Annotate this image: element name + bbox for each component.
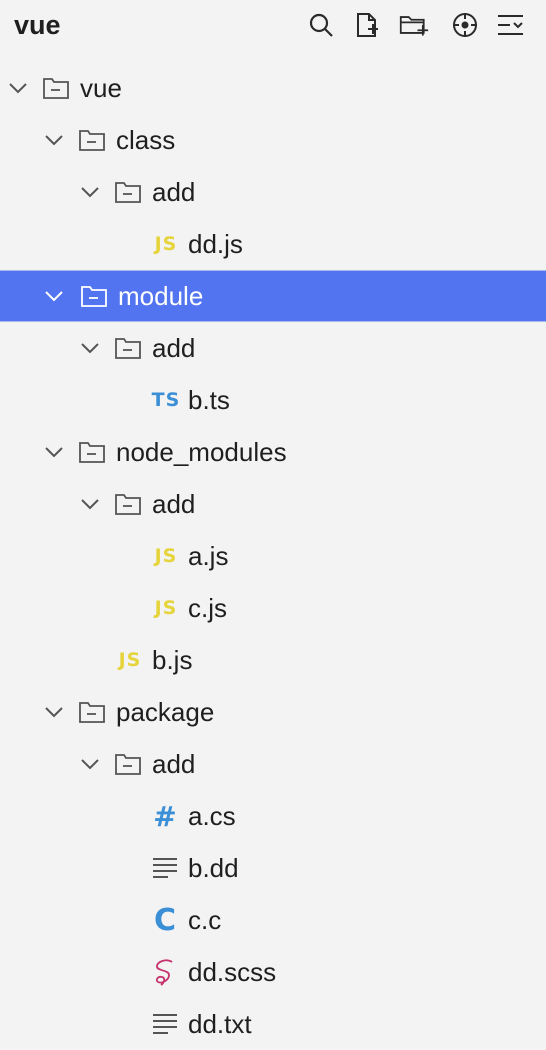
explorer-header: vue (0, 0, 546, 52)
new-file-icon[interactable] (352, 10, 382, 40)
tree-file-c-c[interactable]: C c.c (0, 894, 546, 946)
tree-file-a-cs[interactable]: # a.cs (0, 790, 546, 842)
tree-item-label: a.js (188, 541, 229, 571)
tree-item-label: add (152, 749, 196, 779)
chevron-down-icon[interactable] (80, 182, 100, 202)
tree-item-label: b.js (152, 645, 193, 675)
tree-folder-add[interactable]: add (0, 322, 546, 374)
tree-folder-add[interactable]: add (0, 478, 546, 530)
chevron-down-icon[interactable] (80, 338, 100, 358)
javascript-file-icon: JS (154, 597, 178, 619)
folder-icon (78, 698, 106, 726)
tree-item-label: add (152, 489, 196, 519)
tree-item-label: add (152, 333, 196, 363)
tree-file-b-js[interactable]: JS b.js (0, 634, 546, 686)
tree-file-b-dd[interactable]: b.dd (0, 842, 546, 894)
tree-folder-package[interactable]: package (0, 686, 546, 738)
folder-icon (114, 178, 142, 206)
chevron-down-icon[interactable] (44, 130, 64, 150)
explorer-title: vue (14, 10, 61, 40)
tree-item-label: dd.txt (188, 1009, 252, 1039)
csharp-file-icon: # (153, 799, 177, 833)
folder-icon (42, 74, 70, 102)
tree-item-label: c.c (188, 905, 222, 935)
text-lines-icon (151, 854, 179, 882)
chevron-down-icon[interactable] (80, 754, 100, 774)
chevron-down-icon[interactable] (44, 442, 64, 462)
tree-item-label: module (118, 281, 204, 311)
folder-icon (78, 438, 106, 466)
tree-folder-add[interactable]: add (0, 166, 546, 218)
folder-icon (78, 126, 106, 154)
javascript-file-icon: JS (118, 649, 142, 671)
javascript-file-icon: JS (154, 545, 178, 567)
tree-folder-add[interactable]: add (0, 738, 546, 790)
tree-file-a-js[interactable]: JS a.js (0, 530, 546, 582)
tree-item-label: node_modules (116, 437, 287, 467)
tree-file-c-js[interactable]: JS c.js (0, 582, 546, 634)
new-folder-icon[interactable] (399, 10, 429, 40)
tree-item-label: dd.js (188, 229, 243, 259)
tree-folder-module[interactable]: module (0, 270, 546, 322)
search-icon[interactable] (306, 10, 336, 40)
tree-file-dd-js[interactable]: JS dd.js (0, 218, 546, 270)
tree-folder-class[interactable]: class (0, 114, 546, 166)
c-file-icon: C (153, 902, 177, 938)
chevron-down-icon[interactable] (44, 702, 64, 722)
tree-item-label: b.ts (188, 385, 230, 415)
javascript-file-icon: JS (154, 233, 178, 255)
tree-folder-node-modules[interactable]: node_modules (0, 426, 546, 478)
folder-icon (114, 490, 142, 518)
folder-icon (80, 282, 108, 310)
chevron-down-icon[interactable] (8, 78, 28, 98)
tree-item-label: add (152, 177, 196, 207)
sass-file-icon (151, 958, 179, 986)
locate-icon[interactable] (450, 10, 480, 40)
tree-folder-vue[interactable]: vue (0, 62, 546, 114)
tree-item-label: package (116, 697, 215, 727)
tree-item-label: a.cs (188, 801, 236, 831)
tree-item-label: vue (80, 73, 122, 103)
text-lines-icon (151, 1010, 179, 1038)
tree-file-b-ts[interactable]: TS b.ts (0, 374, 546, 426)
chevron-down-icon[interactable] (44, 286, 64, 306)
collapse-all-icon[interactable] (496, 10, 526, 40)
tree-file-dd-txt[interactable]: dd.txt (0, 998, 546, 1050)
tree-item-label: c.js (188, 593, 227, 623)
tree-item-label: class (116, 125, 176, 155)
typescript-file-icon: TS (151, 389, 181, 411)
folder-icon (114, 334, 142, 362)
file-tree: vue class add JS dd.js module add TS b.t… (0, 62, 546, 1050)
chevron-down-icon[interactable] (80, 494, 100, 514)
tree-item-label: dd.scss (188, 957, 277, 987)
folder-icon (114, 750, 142, 778)
tree-file-dd-scss[interactable]: dd.scss (0, 946, 546, 998)
tree-item-label: b.dd (188, 853, 239, 883)
